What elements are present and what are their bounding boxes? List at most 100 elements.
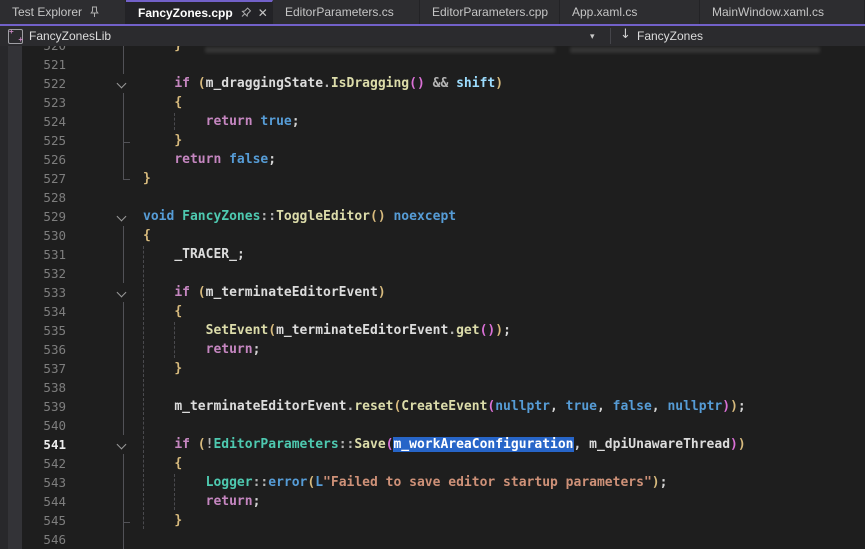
vs-window: Test Explorer FancyZones.cpp ✕EditorPara…: [0, 0, 865, 549]
code-line-541: 541 if (!EditorParameters::Save(m_workAr…: [0, 435, 865, 454]
line-number: 539: [18, 397, 66, 416]
navigation-bar: ++ FancyZonesLib ▾ ↓ FancyZones: [0, 26, 865, 47]
line-number: 541: [18, 435, 66, 454]
fold-chevron-down-icon[interactable]: [117, 288, 127, 298]
code-text: Logger::error(L"Failed to save editor st…: [143, 473, 667, 492]
fold-chevron-down-icon[interactable]: [117, 79, 127, 89]
code-text: return;: [143, 492, 260, 511]
tab-editorparameters-cs[interactable]: EditorParameters.cs: [273, 0, 420, 24]
line-number: 531: [18, 245, 66, 264]
fold-guide: [123, 397, 124, 416]
tab-mainwindow-xaml-cs[interactable]: MainWindow.xaml.cs: [700, 0, 865, 24]
code-text: }: [143, 511, 182, 530]
fold-guide: [123, 302, 124, 321]
line-number: 526: [18, 150, 66, 169]
tab-label: MainWindow.xaml.cs: [712, 5, 824, 19]
chevron-down-icon[interactable]: ▾: [590, 31, 595, 42]
code-line-542: 542 {: [0, 454, 865, 473]
code-text: }: [143, 46, 182, 55]
cpp-project-icon: ++: [8, 29, 23, 44]
selected-text: m_workAreaConfiguration: [393, 437, 573, 452]
code-line-523: 523 {: [0, 93, 865, 112]
code-text: if (!EditorParameters::Save(m_workAreaCo…: [143, 435, 746, 454]
tab-label: FancyZones.cpp: [138, 6, 233, 20]
code-text: }: [143, 169, 151, 188]
tab-editorparameters-cpp[interactable]: EditorParameters.cpp: [420, 0, 560, 24]
code-text: if (m_draggingState.IsDragging() && shif…: [143, 74, 503, 93]
fold-guide: [123, 55, 124, 74]
pushpin-icon[interactable]: [240, 7, 251, 19]
tab-test-explorer[interactable]: Test Explorer: [0, 0, 126, 24]
code-text: {: [143, 454, 182, 473]
code-line-522: 522 if (m_draggingState.IsDragging() && …: [0, 74, 865, 93]
code-line-526: 526 return false;: [0, 150, 865, 169]
line-number: 538: [18, 378, 66, 397]
tab-label: App.xaml.cs: [572, 5, 637, 19]
line-number: 524: [18, 112, 66, 131]
code-line-528: 528: [0, 188, 865, 207]
code-line-546: 546: [0, 530, 865, 549]
scope-dropdown[interactable]: FancyZones: [637, 29, 703, 43]
fold-guide: [123, 150, 124, 169]
line-number: 542: [18, 454, 66, 473]
code-line-535: 535 SetEvent(m_terminateEditorEvent.get(…: [0, 321, 865, 340]
line-number: 521: [18, 55, 66, 74]
navbar-separator: [610, 28, 611, 44]
close-icon[interactable]: ✕: [258, 6, 268, 20]
fold-chevron-down-icon[interactable]: [117, 440, 127, 450]
code-line-544: 544 return;: [0, 492, 865, 511]
fold-guide-corner: [123, 522, 130, 523]
code-line-527: 527}: [0, 169, 865, 188]
line-number: 522: [18, 74, 66, 93]
code-line-532: 532: [0, 264, 865, 283]
down-arrow-icon: ↓: [620, 27, 631, 42]
code-text: if (m_terminateEditorEvent): [143, 283, 386, 302]
code-line-530: 530{: [0, 226, 865, 245]
fold-guide: [123, 378, 124, 397]
cut-off-line-remnant: [570, 47, 820, 53]
tab-label: EditorParameters.cpp: [432, 5, 548, 19]
fold-guide: [123, 473, 124, 492]
code-text: SetEvent(m_terminateEditorEvent.get());: [143, 321, 511, 340]
code-text: _TRACER_;: [143, 245, 245, 264]
code-text: }: [143, 359, 182, 378]
code-text: {: [143, 93, 182, 112]
fold-guide: [123, 492, 124, 511]
pushpin-icon[interactable]: [89, 6, 100, 18]
indent-guide: [143, 417, 144, 434]
code-line-540: 540: [0, 416, 865, 435]
line-number: 543: [18, 473, 66, 492]
code-text: return false;: [143, 150, 276, 169]
line-number: 540: [18, 416, 66, 435]
code-text: {: [143, 302, 182, 321]
indent-guide: [143, 265, 144, 282]
fold-guide: [123, 321, 124, 340]
fold-guide: [123, 131, 124, 150]
code-line-531: 531 _TRACER_;: [0, 245, 865, 264]
code-line-537: 537 }: [0, 359, 865, 378]
fold-guide-corner: [123, 179, 130, 180]
fold-guide: [123, 264, 124, 283]
project-dropdown[interactable]: FancyZonesLib: [29, 29, 111, 43]
fold-guide: [123, 454, 124, 473]
fold-guide-corner: [123, 142, 130, 143]
code-line-536: 536 return;: [0, 340, 865, 359]
fold-guide: [123, 530, 124, 549]
line-number: 546: [18, 530, 66, 549]
code-line-543: 543 Logger::error(L"Failed to save edito…: [0, 473, 865, 492]
fold-guide: [123, 416, 124, 435]
fold-chevron-down-icon[interactable]: [117, 212, 127, 222]
tab-fancyzones-cpp[interactable]: FancyZones.cpp ✕: [126, 0, 273, 24]
line-number: 527: [18, 169, 66, 188]
line-number: 525: [18, 131, 66, 150]
code-editor[interactable]: 520 } 521522 if (m_draggingState.IsDraggi…: [0, 46, 865, 549]
tab-bar: Test Explorer FancyZones.cpp ✕EditorPara…: [0, 0, 865, 24]
fold-guide: [123, 359, 124, 378]
line-number: 536: [18, 340, 66, 359]
line-number: 529: [18, 207, 66, 226]
code-line-529: 529void FancyZones::ToggleEditor() noexc…: [0, 207, 865, 226]
tab-app-xaml-cs[interactable]: App.xaml.cs: [560, 0, 700, 24]
line-number: 520: [18, 46, 66, 55]
code-line-538: 538: [0, 378, 865, 397]
fold-guide: [123, 340, 124, 359]
